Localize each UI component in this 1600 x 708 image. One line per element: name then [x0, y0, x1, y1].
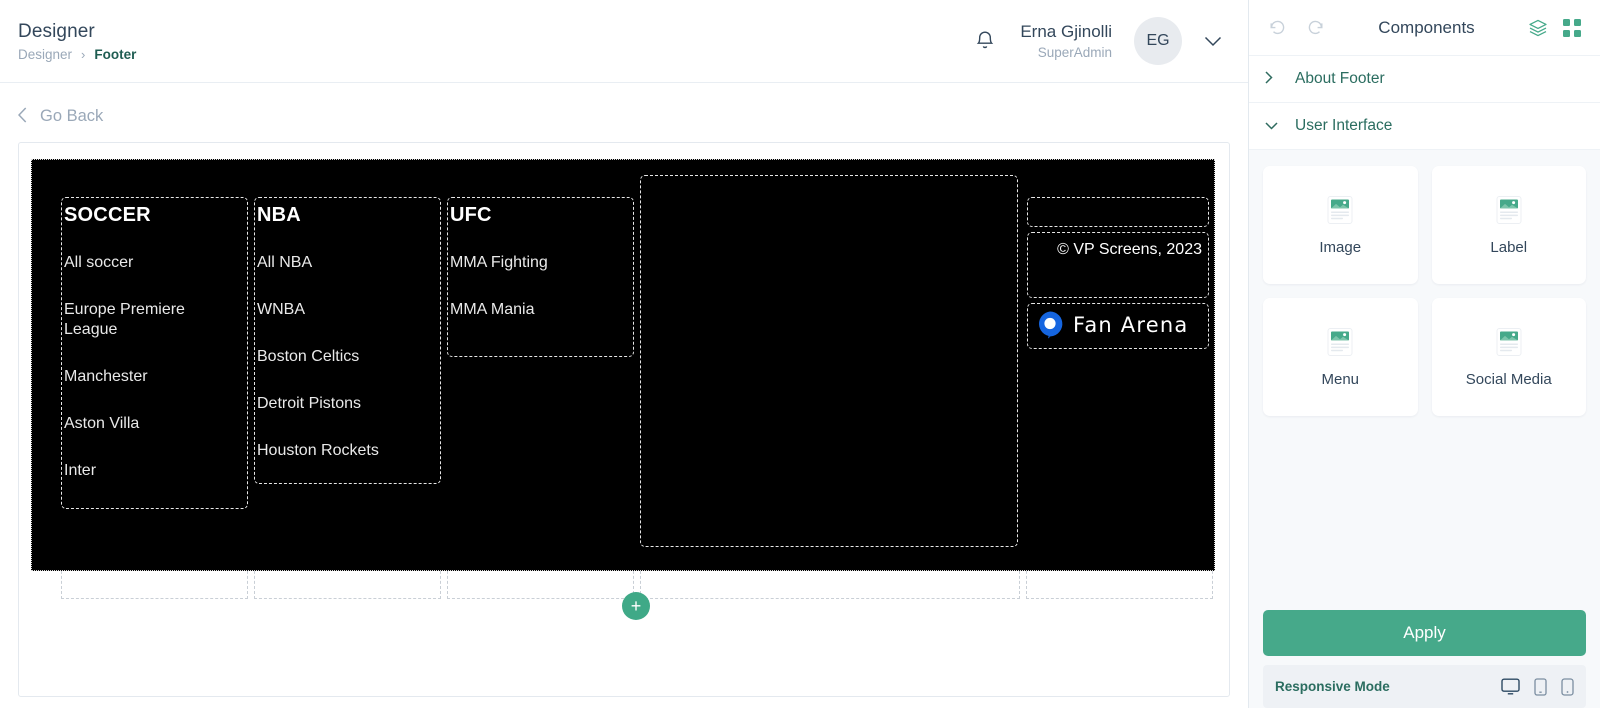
component-card-menu[interactable]: Menu — [1263, 298, 1418, 416]
panel-title: Components — [1378, 17, 1475, 37]
footer-copyright-block[interactable]: © VP Screens, 2023 — [1027, 232, 1209, 298]
desktop-icon[interactable] — [1501, 678, 1520, 695]
accordion-user-interface[interactable]: User Interface — [1249, 103, 1600, 150]
accordion-about-footer[interactable]: About Footer — [1249, 56, 1600, 103]
footer-column-ufc[interactable]: UFC MMA Fighting MMA Mania — [447, 197, 634, 357]
image-placeholder-icon — [1494, 195, 1524, 225]
footer-link[interactable]: All NBA — [255, 251, 440, 275]
main-area: Designer Designer › Footer Erna Gjinolli… — [0, 0, 1248, 708]
footer-link[interactable]: Inter — [62, 459, 247, 483]
tablet-icon[interactable] — [1534, 677, 1547, 696]
chevron-left-icon — [17, 107, 27, 126]
footer-link[interactable]: MMA Fighting — [448, 251, 633, 275]
footer-column-soccer[interactable]: SOCCER All soccer Europe Premiere League… — [61, 197, 248, 509]
footer-link[interactable]: Detroit Pistons — [255, 392, 440, 416]
designer-canvas[interactable]: SOCCER All soccer Europe Premiere League… — [18, 142, 1230, 697]
component-label: Social Media — [1465, 370, 1552, 388]
avatar-initials: EG — [1146, 32, 1170, 49]
layers-icon[interactable] — [1526, 16, 1550, 40]
user-name: Erna Gjinolli — [1020, 22, 1112, 41]
image-placeholder-icon — [1325, 195, 1355, 225]
footer-brand-block[interactable]: Fan Arena — [1027, 303, 1209, 349]
chevron-down-icon — [1265, 119, 1278, 134]
footer-empty-block[interactable] — [640, 175, 1018, 547]
undo-icon[interactable] — [1265, 16, 1289, 40]
plus-icon: + — [630, 596, 642, 616]
chevron-right-icon: › — [81, 46, 86, 62]
footer-column-nba[interactable]: NBA All NBA WNBA Boston Celtics Detroit … — [254, 197, 441, 484]
footer-link[interactable]: Manchester — [62, 365, 247, 389]
components-panel: Components About Footer User Interface I… — [1248, 0, 1600, 708]
breadcrumb-root[interactable]: Designer — [18, 47, 72, 62]
component-label: Menu — [1321, 370, 1360, 388]
panel-header: Components — [1249, 0, 1600, 56]
responsive-mode-row: Responsive Mode — [1263, 665, 1586, 708]
column-links: All soccer Europe Premiere League Manche… — [62, 251, 247, 483]
footer-link[interactable]: MMA Mania — [448, 298, 633, 322]
chevron-down-icon[interactable] — [1204, 36, 1222, 47]
panel-header-tools — [1526, 16, 1584, 40]
breadcrumb: Designer › Footer — [18, 47, 136, 62]
footer-link[interactable]: Aston Villa — [62, 412, 247, 436]
header-titles: Designer Designer › Footer — [18, 21, 136, 62]
footer-stage[interactable]: SOCCER All soccer Europe Premiere League… — [31, 159, 1215, 571]
column-title: UFC — [450, 204, 492, 226]
footer-spacer-block[interactable] — [1027, 197, 1209, 227]
component-label: Image — [1319, 238, 1362, 256]
column-title: SOCCER — [64, 204, 151, 226]
go-back-row: Go Back — [0, 83, 1248, 142]
column-title: NBA — [257, 204, 301, 226]
brand-name: Fan Arena — [1073, 312, 1189, 337]
header-right: Erna Gjinolli SuperAdmin EG — [972, 17, 1230, 65]
component-card-image[interactable]: Image — [1263, 166, 1418, 284]
apply-button[interactable]: Apply — [1263, 610, 1586, 656]
accordion-label: User Interface — [1295, 117, 1393, 134]
copyright-text: © VP Screens, 2023 — [1057, 241, 1202, 258]
image-placeholder-icon — [1325, 327, 1355, 357]
footer-link[interactable]: Europe Premiere League — [62, 298, 212, 342]
add-section-button[interactable]: + — [622, 592, 650, 620]
footer-link[interactable]: Boston Celtics — [255, 345, 440, 369]
component-label: Label — [1490, 238, 1528, 256]
panel-footer: Apply Responsive Mode — [1249, 610, 1600, 708]
mobile-icon[interactable] — [1561, 677, 1574, 696]
column-links: MMA Fighting MMA Mania — [448, 251, 633, 322]
image-placeholder-icon — [1494, 327, 1524, 357]
breadcrumb-current: Footer — [94, 46, 137, 62]
chevron-right-icon — [1265, 71, 1275, 87]
column-links: All NBA WNBA Boston Celtics Detroit Pist… — [255, 251, 440, 463]
redo-icon[interactable] — [1303, 16, 1327, 40]
fan-arena-logo-icon — [1036, 310, 1065, 339]
designer-app: Designer Designer › Footer Erna Gjinolli… — [0, 0, 1600, 708]
page-title: Designer — [18, 20, 95, 42]
footer-link[interactable]: All soccer — [62, 251, 247, 275]
footer-link[interactable]: WNBA — [255, 298, 440, 322]
component-grid: Image Label Menu Social Media — [1249, 150, 1600, 416]
component-card-label[interactable]: Label — [1431, 166, 1586, 284]
responsive-mode-label: Responsive Mode — [1275, 679, 1390, 694]
component-card-social-media[interactable]: Social Media — [1431, 298, 1586, 416]
brand-logo[interactable]: Fan Arena — [1028, 304, 1208, 345]
grid-icon[interactable] — [1560, 16, 1584, 40]
user-info: Erna Gjinolli SuperAdmin — [1020, 22, 1112, 60]
go-back-label: Go Back — [40, 107, 104, 125]
user-role: SuperAdmin — [1037, 45, 1112, 60]
accordion-label: About Footer — [1295, 70, 1385, 87]
go-back-button[interactable]: Go Back — [17, 107, 104, 126]
top-header: Designer Designer › Footer Erna Gjinolli… — [0, 0, 1248, 83]
avatar[interactable]: EG — [1134, 17, 1182, 65]
notification-bell-icon[interactable] — [972, 28, 998, 54]
footer-link[interactable]: Houston Rockets — [255, 439, 440, 463]
responsive-mode-icons — [1501, 677, 1574, 696]
